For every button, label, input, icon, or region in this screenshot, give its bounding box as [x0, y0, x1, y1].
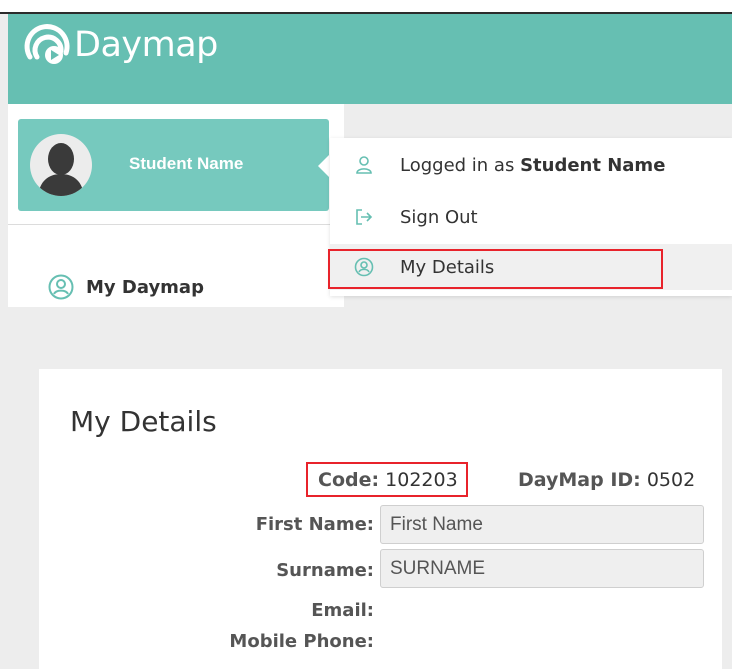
- person-silhouette-icon: [38, 143, 84, 196]
- avatar: [30, 134, 92, 196]
- user-circle-icon: [48, 274, 74, 300]
- surname-label: Surname:: [276, 560, 374, 581]
- menu-item-logged-in: Logged in as Student Name: [330, 152, 732, 178]
- my-details-highlight-box: [328, 249, 663, 289]
- sign-out-label: Sign Out: [400, 206, 478, 228]
- logged-in-name: Student Name: [520, 154, 666, 176]
- daymap-logo-icon: [24, 24, 70, 64]
- sign-out-icon: [354, 207, 374, 227]
- logged-in-prefix: Logged in as: [400, 154, 521, 176]
- daymap-logo[interactable]: Daymap: [24, 23, 218, 67]
- nav-item-my-daymap[interactable]: My Daymap: [48, 274, 204, 300]
- app-title: Daymap: [74, 25, 218, 65]
- dropdown-arrow: [318, 154, 330, 178]
- menu-item-sign-out[interactable]: Sign Out: [330, 204, 732, 230]
- first-name-label: First Name:: [255, 514, 374, 535]
- page-title: My Details: [70, 405, 217, 438]
- mobile-phone-label: Mobile Phone:: [229, 631, 374, 652]
- surname-field[interactable]: SURNAME: [380, 549, 704, 588]
- user-icon: [354, 155, 374, 175]
- student-code: Code: 102203: [318, 469, 458, 491]
- user-name: Student Name: [129, 154, 244, 173]
- daymap-id-value: 0502: [646, 469, 696, 491]
- daymap-id: DayMap ID: 0502: [518, 469, 695, 491]
- top-strip: [0, 0, 732, 14]
- logged-in-text: Logged in as Student Name: [400, 155, 665, 176]
- nav-item-label: My Daymap: [86, 276, 204, 298]
- email-label: Email:: [311, 600, 374, 621]
- daymap-id-label: DayMap ID:: [518, 469, 641, 491]
- user-card[interactable]: Student Name: [18, 119, 329, 211]
- first-name-field[interactable]: First Name: [380, 505, 704, 544]
- code-value: 102203: [385, 469, 458, 491]
- side-divider: [8, 224, 344, 225]
- code-label: Code:: [318, 469, 380, 491]
